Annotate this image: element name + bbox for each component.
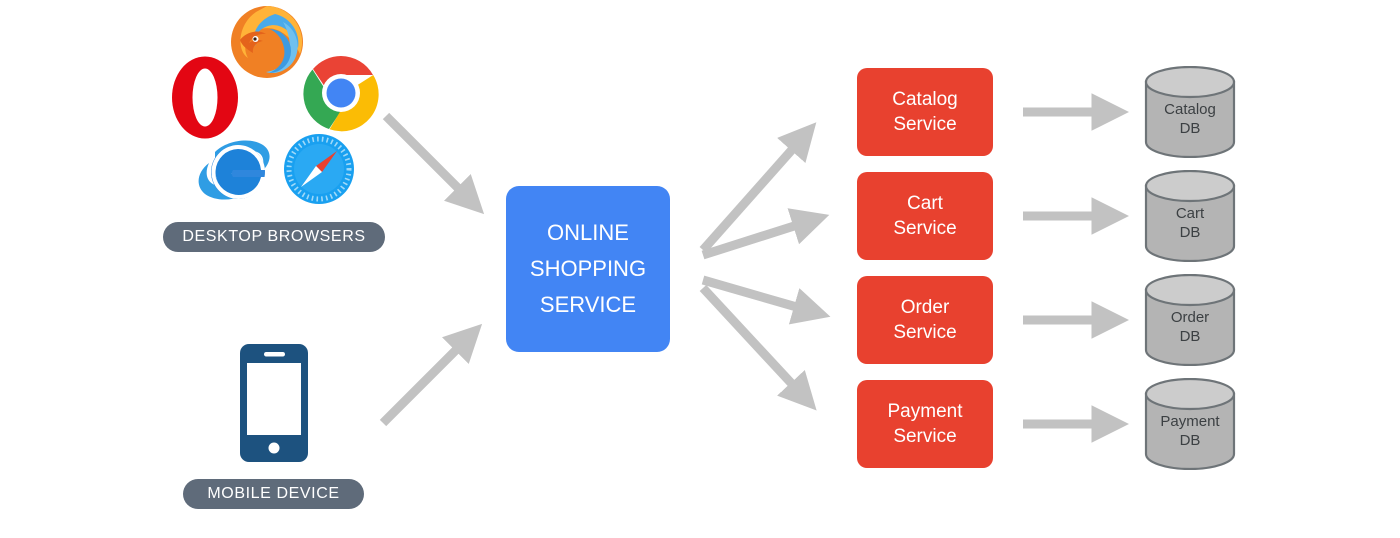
arrow-desktop-to-service xyxy=(382,112,485,215)
database-cart-line-2: DB xyxy=(1179,224,1201,241)
database-catalog-line-1: Catalog xyxy=(1164,101,1216,118)
database-payment-label: Payment DB xyxy=(1144,412,1236,450)
mobile-device-label-text: MOBILE DEVICE xyxy=(207,485,340,502)
firefox-icon xyxy=(228,2,306,80)
arrow-service-to-payment xyxy=(699,284,817,411)
service-order-line-2: Service xyxy=(893,322,957,343)
arrow-service-to-cart xyxy=(701,208,830,260)
service-order-line-1: Order xyxy=(900,297,950,318)
arrow-mobile-to-service xyxy=(379,323,483,427)
database-cart-label: Cart DB xyxy=(1144,204,1236,242)
service-cart-line-2: Service xyxy=(893,218,957,239)
central-line-2: SHOPPING xyxy=(529,256,647,281)
central-line-3: SERVICE xyxy=(539,292,637,317)
service-box-order[interactable]: Order Service xyxy=(857,276,993,364)
architecture-diagram: DESKTOP BROWSERS MOBILE DEVICE ONLINE SH… xyxy=(0,0,1400,538)
arrow-service-to-catalog xyxy=(699,122,817,253)
service-box-cart[interactable]: Cart Service xyxy=(857,172,993,260)
service-cart-line-1: Cart xyxy=(907,193,943,214)
database-order[interactable]: Order DB xyxy=(1144,274,1236,366)
safari-icon xyxy=(281,131,357,207)
database-catalog-label: Catalog DB xyxy=(1144,100,1236,138)
service-payment-line-1: Payment xyxy=(887,401,963,422)
database-payment[interactable]: Payment DB xyxy=(1144,378,1236,470)
internet-explorer-icon xyxy=(193,128,279,210)
database-order-line-2: DB xyxy=(1179,328,1201,345)
desktop-browsers-label: DESKTOP BROWSERS xyxy=(163,222,385,252)
arrow-service-to-order xyxy=(701,275,831,325)
database-payment-line-1: Payment xyxy=(1160,413,1220,430)
mobile-device-label: MOBILE DEVICE xyxy=(183,479,364,509)
online-shopping-service-box[interactable]: ONLINE SHOPPING SERVICE xyxy=(506,186,670,352)
database-order-label: Order DB xyxy=(1144,308,1236,346)
database-catalog[interactable]: Catalog DB xyxy=(1144,66,1236,158)
database-catalog-line-2: DB xyxy=(1179,120,1201,137)
service-catalog-line-2: Service xyxy=(893,114,957,135)
service-box-catalog[interactable]: Catalog Service xyxy=(857,68,993,156)
chrome-icon xyxy=(301,53,381,133)
mobile-phone-icon xyxy=(240,344,308,462)
central-line-1: ONLINE xyxy=(547,220,629,245)
service-payment-line-2: Service xyxy=(893,426,957,447)
service-catalog-line-1: Catalog xyxy=(892,89,958,110)
database-cart[interactable]: Cart DB xyxy=(1144,170,1236,262)
database-payment-line-2: DB xyxy=(1179,432,1201,449)
desktop-browsers-group xyxy=(160,0,390,215)
service-box-payment[interactable]: Payment Service xyxy=(857,380,993,468)
database-order-line-1: Order xyxy=(1170,309,1210,326)
database-cart-line-1: Cart xyxy=(1175,205,1205,222)
desktop-browsers-label-text: DESKTOP BROWSERS xyxy=(182,228,366,245)
